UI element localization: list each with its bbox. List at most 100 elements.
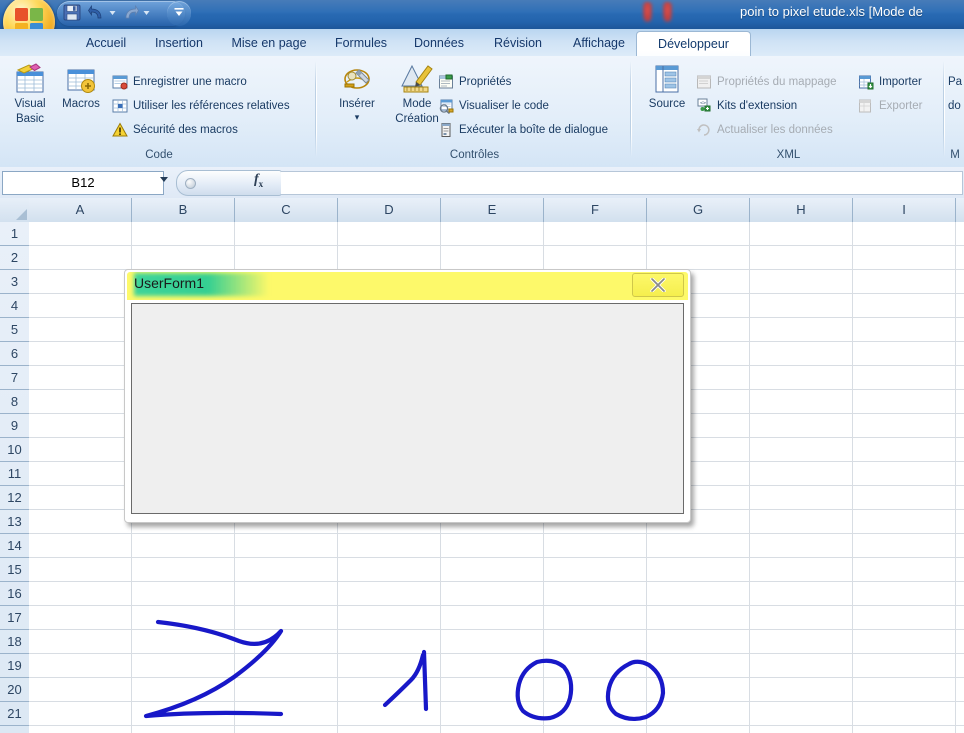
- grid-hline: [29, 605, 964, 606]
- record-macro-label: Enregistrer une macro: [133, 76, 247, 88]
- save-icon[interactable]: [62, 3, 82, 22]
- expansion-packs-label: Kits d'extension: [717, 100, 798, 112]
- group-separator-1-light: [316, 61, 317, 157]
- xml-source-label: Source: [648, 98, 686, 110]
- ribbon-group-controles-label: Contrôles: [449, 149, 500, 161]
- row-header-16[interactable]: 16: [0, 582, 29, 606]
- row-header-2[interactable]: 2: [0, 246, 29, 270]
- customize-quick-access-chevron-down-icon[interactable]: [172, 3, 186, 22]
- insert-function-icon[interactable]: fx: [254, 172, 263, 189]
- grid-hline: [29, 677, 964, 678]
- userform-client-area[interactable]: [131, 303, 684, 514]
- row-header-5[interactable]: 5: [0, 318, 29, 342]
- column-headers: ABCDEFGHI: [29, 198, 964, 223]
- refresh-data-label: Actualiser les données: [717, 124, 833, 136]
- close-x-icon: [650, 278, 666, 292]
- row-header-19[interactable]: 19: [0, 654, 29, 678]
- visual-basic-label-line1: Visual: [14, 98, 46, 110]
- column-header-b[interactable]: B: [132, 198, 235, 222]
- grid-hline: [29, 533, 964, 534]
- column-header-a[interactable]: A: [29, 198, 132, 222]
- macros-button[interactable]: Macros: [55, 62, 107, 111]
- macros-label: Macros: [62, 98, 100, 110]
- ribbon-group-controles: Insérer ▾ Mode Création Propriétés Visua…: [318, 58, 631, 165]
- row-header-1[interactable]: 1: [0, 222, 29, 246]
- redo-icon[interactable]: [122, 3, 139, 22]
- row-header-13[interactable]: 13: [0, 510, 29, 534]
- import-label: Importer: [879, 76, 922, 88]
- group-separator-2-light: [631, 61, 632, 157]
- grid-hline: [29, 701, 964, 702]
- userform-dialog[interactable]: UserForm1: [124, 269, 691, 523]
- row-header-10[interactable]: 10: [0, 438, 29, 462]
- column-header-i[interactable]: I: [853, 198, 956, 222]
- undo-dropdown-chevron-down-icon[interactable]: [107, 3, 118, 22]
- formula-bar-indicator-icon: [185, 178, 196, 189]
- insert-control-button[interactable]: Insérer ▾: [328, 62, 386, 122]
- insert-control-dropdown-chevron-down-icon[interactable]: ▾: [328, 113, 386, 122]
- row-header-8[interactable]: 8: [0, 390, 29, 414]
- ribbon-group-xml-label: XML: [776, 149, 801, 161]
- row-header-7[interactable]: 7: [0, 366, 29, 390]
- column-header-f[interactable]: F: [544, 198, 647, 222]
- map-properties-icon: [697, 75, 711, 89]
- grid-vline: [749, 222, 750, 733]
- column-header-e[interactable]: E: [441, 198, 544, 222]
- grid-hline: [29, 629, 964, 630]
- row-header-4[interactable]: 4: [0, 294, 29, 318]
- grid-vline: [852, 222, 853, 733]
- properties-icon: [439, 74, 453, 89]
- design-mode-button[interactable]: Mode Création: [384, 62, 450, 126]
- ribbon-group-code-label: Code: [145, 149, 173, 161]
- name-box-chevron-down-icon[interactable]: [160, 177, 168, 182]
- window-title: poin to pixel etude.xls [Mode de: [740, 4, 923, 19]
- grid-hline: [29, 653, 964, 654]
- row-header-20[interactable]: 20: [0, 678, 29, 702]
- row-header-3[interactable]: 3: [0, 270, 29, 294]
- select-all-corner[interactable]: [0, 198, 30, 223]
- row-header-6[interactable]: 6: [0, 342, 29, 366]
- insert-control-label: Insérer: [339, 98, 375, 110]
- row-header-12[interactable]: 12: [0, 486, 29, 510]
- undo-icon[interactable]: [88, 3, 105, 22]
- visual-basic-button[interactable]: Visual Basic: [8, 62, 52, 126]
- ribbon-tab-d-veloppeur[interactable]: Développeur: [636, 31, 751, 58]
- row-header-15[interactable]: 15: [0, 558, 29, 582]
- design-mode-icon: [401, 64, 433, 93]
- row-header-11[interactable]: 11: [0, 462, 29, 486]
- userform-close-button[interactable]: [632, 273, 684, 297]
- ribbon-tab-affichage[interactable]: Affichage: [548, 31, 650, 56]
- relative-refs-icon: [112, 99, 128, 113]
- grid-hline: [29, 557, 964, 558]
- properties-label: Propriétés: [459, 76, 512, 88]
- export-icon: [859, 99, 871, 113]
- row-header-14[interactable]: 14: [0, 534, 29, 558]
- column-header-h[interactable]: H: [750, 198, 853, 222]
- import-icon: [859, 75, 874, 90]
- expansion-packs-icon: <>: [697, 98, 711, 112]
- select-all-triangle-icon: [16, 209, 27, 220]
- row-header-21[interactable]: 21: [0, 702, 29, 726]
- export-label: Exporter: [879, 100, 923, 112]
- userform-title-bar[interactable]: [127, 272, 688, 300]
- view-code-icon: [439, 99, 454, 114]
- xml-source-icon: [655, 65, 679, 93]
- ribbon-group-code: Visual Basic Macros Enregistrer une macr…: [2, 58, 316, 165]
- column-header-d[interactable]: D: [338, 198, 441, 222]
- formula-input[interactable]: [281, 171, 963, 195]
- run-dialog-icon: [441, 123, 451, 137]
- row-header-9[interactable]: 9: [0, 414, 29, 438]
- row-headers: 1 2 3 4 5 6 7 8 9 10 11 12 13 14 15 16 17 18 19 20 21: [0, 222, 30, 733]
- userform-title: UserForm1: [134, 275, 205, 291]
- row-header-17[interactable]: 17: [0, 606, 29, 630]
- name-box[interactable]: B12: [2, 171, 164, 195]
- redo-dropdown-chevron-down-icon[interactable]: [141, 3, 152, 22]
- grid-hline: [29, 725, 964, 726]
- ribbon-group-partial-label: M: [950, 149, 960, 161]
- row-header-18[interactable]: 18: [0, 630, 29, 654]
- column-header-c[interactable]: C: [235, 198, 338, 222]
- column-header-g[interactable]: G: [647, 198, 750, 222]
- ribbon-group-partial: Pa do M: [946, 58, 964, 165]
- xml-source-button[interactable]: Source: [638, 64, 696, 111]
- insert-control-icon: [344, 69, 370, 89]
